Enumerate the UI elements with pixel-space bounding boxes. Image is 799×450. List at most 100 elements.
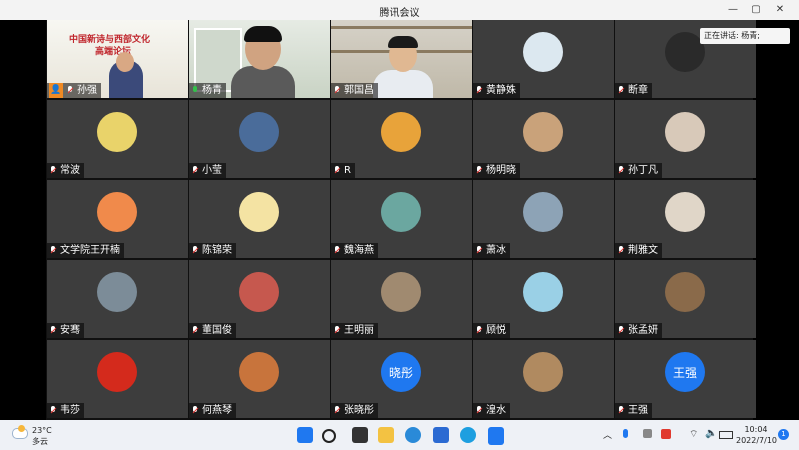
- avatar: [523, 32, 563, 72]
- participant-nameplate: 湟水: [473, 403, 510, 418]
- avatar: [523, 272, 563, 312]
- participant-name: 韦莎: [60, 405, 80, 416]
- mic-muted-icon: [333, 325, 342, 336]
- participant-tile[interactable]: 王明丽: [331, 260, 472, 338]
- mic-muted-icon: [49, 245, 58, 256]
- avatar: 王强: [665, 352, 705, 392]
- participant-name: 黄静姝: [486, 85, 516, 96]
- participant-name: 董国俊: [202, 325, 232, 336]
- notification-count: 1: [781, 430, 786, 438]
- minimize-icon[interactable]: —: [722, 2, 744, 18]
- participant-tile[interactable]: 晓彤 张晓彤: [331, 340, 472, 418]
- app-tray-icon[interactable]: [643, 429, 652, 438]
- participant-tile[interactable]: 杨明晓: [473, 100, 614, 178]
- participant-name: 小莹: [202, 165, 222, 176]
- participant-tile[interactable]: 常波: [47, 100, 188, 178]
- participant-nameplate: 荆雅文: [615, 243, 662, 258]
- participant-name: 何燕琴: [202, 405, 232, 416]
- file-explorer-icon[interactable]: [378, 427, 394, 443]
- participant-tile[interactable]: 小莹: [189, 100, 330, 178]
- tencent-meeting-icon[interactable]: [488, 427, 504, 445]
- clock-time: 10:04: [744, 425, 768, 434]
- mic-muted-icon: [333, 405, 342, 416]
- mic-muted-icon: [333, 245, 342, 256]
- start-icon[interactable]: [297, 427, 313, 443]
- person-silhouette: [373, 70, 433, 98]
- clock[interactable]: 10:04 2022/7/10: [736, 424, 777, 446]
- participant-tile[interactable]: 湟水: [473, 340, 614, 418]
- participant-nameplate: 顾悦: [473, 323, 510, 338]
- participant-tile[interactable]: 安骞: [47, 260, 188, 338]
- participant-tile[interactable]: 陈锦荣: [189, 180, 330, 258]
- participant-tile[interactable]: 郭国昌: [331, 20, 472, 98]
- participant-nameplate: 杨明晓: [473, 163, 520, 178]
- participant-tile[interactable]: 王强 王强: [615, 340, 756, 418]
- speaking-label: 正在讲话: 杨青;: [704, 31, 760, 40]
- avatar: [239, 272, 279, 312]
- mic-muted-icon: [49, 165, 58, 176]
- participant-tile[interactable]: 韦莎: [47, 340, 188, 418]
- notification-badge[interactable]: 1: [778, 429, 789, 440]
- avatar: 晓彤: [381, 352, 421, 392]
- mic-muted-icon: [475, 165, 484, 176]
- task-view-icon[interactable]: [352, 427, 368, 443]
- volume-icon[interactable]: 🔈: [705, 428, 717, 439]
- participant-tile[interactable]: 张孟妍: [615, 260, 756, 338]
- participant-tile[interactable]: 文学院王开楠: [47, 180, 188, 258]
- participant-tile[interactable]: 杨青: [189, 20, 330, 98]
- participant-tile[interactable]: 董国俊: [189, 260, 330, 338]
- maximize-icon[interactable]: ▢: [745, 2, 767, 18]
- participant-tile[interactable]: 萧冰: [473, 180, 614, 258]
- chevron-up-icon[interactable]: ︿: [603, 428, 612, 441]
- participant-tile[interactable]: 顾悦: [473, 260, 614, 338]
- mic-muted-icon: [49, 405, 58, 416]
- person-hair: [388, 36, 418, 48]
- weather-sun-icon: [18, 425, 25, 432]
- mic-muted-icon: [617, 165, 626, 176]
- search-icon[interactable]: [322, 429, 336, 443]
- participant-tile[interactable]: 荆雅文: [615, 180, 756, 258]
- participant-name: 断章: [628, 85, 648, 96]
- close-icon[interactable]: ✕: [769, 2, 791, 18]
- participant-name: 安骞: [60, 325, 80, 336]
- mic-muted-icon: [191, 325, 200, 336]
- mic-tray-icon[interactable]: [623, 429, 628, 438]
- avatar: [523, 192, 563, 232]
- avatar: [381, 272, 421, 312]
- participant-name: 顾悦: [486, 325, 506, 336]
- participant-tile[interactable]: 中国新诗与西部文化 高端论坛 👤 孙强: [47, 20, 188, 98]
- mic-muted-icon: [191, 165, 200, 176]
- avatar: [523, 352, 563, 392]
- mic-muted-icon: [475, 325, 484, 336]
- participant-tile[interactable]: 黄静姝: [473, 20, 614, 98]
- edge-icon[interactable]: [405, 427, 421, 443]
- store-icon[interactable]: [433, 427, 449, 443]
- avatar: [381, 192, 421, 232]
- mic-muted-icon: [475, 85, 484, 96]
- wifi-icon[interactable]: ⌔: [689, 428, 698, 441]
- participant-nameplate: 文学院王开楠: [47, 243, 124, 258]
- system-tray: ︿ ⌔ 🔈: [603, 428, 733, 444]
- mic-muted-icon: [475, 245, 484, 256]
- avatar: [239, 352, 279, 392]
- battery-icon[interactable]: [719, 431, 733, 439]
- participant-tile[interactable]: 魏海燕: [331, 180, 472, 258]
- person-hair: [244, 26, 282, 42]
- mic-muted-icon: [333, 165, 342, 176]
- participant-name: 魏海燕: [344, 245, 374, 256]
- participant-name: 王强: [628, 405, 648, 416]
- weather-widget[interactable]: 23°C 多云: [10, 425, 70, 447]
- mic-muted-icon: [49, 325, 58, 336]
- edge-browser-icon[interactable]: [460, 427, 476, 443]
- taskbar: 23°C 多云 ︿ ⌔ 🔈 10:04 2022/7/10 1: [0, 420, 799, 450]
- participant-nameplate: 张晓彤: [331, 403, 378, 418]
- participant-tile[interactable]: 孙丁凡: [615, 100, 756, 178]
- participant-name: 文学院王开楠: [60, 245, 120, 256]
- avatar: [665, 192, 705, 232]
- meeting-stage: 中国新诗与西部文化 高端论坛 👤 孙强 杨青郭国昌 黄静姝 断章常波小莹 R 杨明晓 孙丁凡文学院…: [0, 20, 799, 420]
- participant-name: 郭国昌: [344, 85, 374, 96]
- participant-tile[interactable]: R: [331, 100, 472, 178]
- mic-muted-icon: [333, 85, 342, 96]
- ime-tray-icon[interactable]: [661, 429, 671, 439]
- participant-tile[interactable]: 何燕琴: [189, 340, 330, 418]
